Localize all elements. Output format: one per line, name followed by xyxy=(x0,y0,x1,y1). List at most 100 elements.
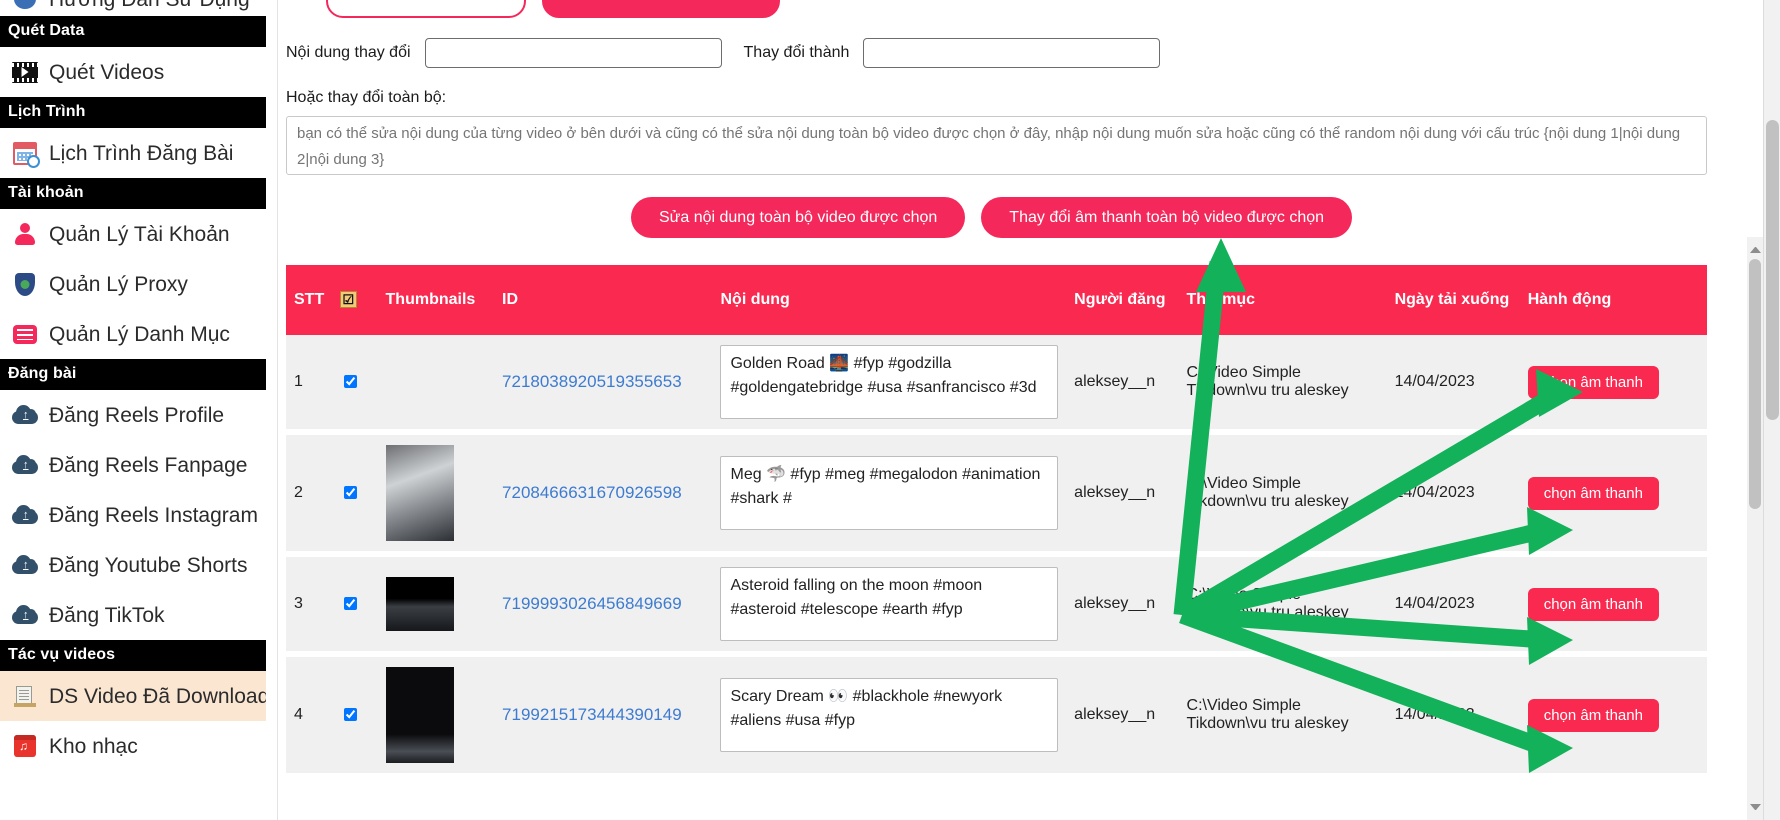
header-content: Nội dung xyxy=(712,265,1067,335)
sidebar-scrollbar[interactable] xyxy=(266,0,277,820)
cell-content[interactable]: Asteroid falling on the moon #moon #aste… xyxy=(712,554,1067,657)
scroll-down-icon[interactable] xyxy=(1750,804,1761,815)
cell-stt: 4 xyxy=(286,654,332,779)
cell-date: 14/04/2023 xyxy=(1386,554,1520,657)
header-date: Ngày tải xuống xyxy=(1386,265,1520,335)
header-select-all[interactable]: ☑ xyxy=(331,265,378,335)
sidebar-item-quan-ly-danh-muc[interactable]: Quản Lý Danh Mục xyxy=(0,309,277,359)
sidebar-item-label: Đăng Reels Instagram xyxy=(49,503,258,527)
cell-id[interactable]: 7199993026456849669 xyxy=(494,554,713,657)
sidebar-item-label: Quản Lý Danh Mục xyxy=(49,322,230,346)
row-checkbox[interactable] xyxy=(343,485,357,499)
row-checkbox[interactable] xyxy=(343,707,357,721)
choose-sound-button[interactable]: chọn âm thanh xyxy=(1527,476,1659,510)
top-solid-button[interactable] xyxy=(542,0,780,18)
choose-sound-button[interactable]: chọn âm thanh xyxy=(1527,698,1659,732)
table-scrollbar[interactable] xyxy=(1747,237,1763,820)
choose-sound-button[interactable]: chọn âm thanh xyxy=(1527,587,1659,621)
edit-all-content-button[interactable]: Sửa nội dung toàn bộ video được chọn xyxy=(630,197,966,238)
cloud-upload-icon: ↑ xyxy=(12,402,38,428)
main-content: Nội dung thay đổi Thay đổi thành Hoặc th… xyxy=(278,0,1780,820)
sidebar-item-label: Đăng Reels Profile xyxy=(49,403,225,427)
video-thumbnail[interactable] xyxy=(385,577,454,631)
sidebar-item-quan-ly-tai-khoan[interactable]: Quản Lý Tài Khoản xyxy=(0,209,277,259)
sidebar-item-label: Đăng TikTok xyxy=(49,603,165,627)
cell-content[interactable]: Scary Dream 👀 #blackhole #newyork #alien… xyxy=(712,654,1067,779)
cell-checkbox[interactable] xyxy=(331,654,378,779)
sidebar-item-label: Quét Videos xyxy=(49,60,165,84)
table-row: 2 7208466631670926598 Meg 🦈 #fyp #meg #m… xyxy=(286,432,1707,557)
row-checkbox[interactable] xyxy=(343,374,357,388)
content-edit-box[interactable]: Asteroid falling on the moon #moon #aste… xyxy=(720,567,1059,641)
content-edit-box[interactable]: Meg 🦈 #fyp #meg #megalodon #animation #s… xyxy=(720,456,1059,530)
change-all-sound-button[interactable]: Thay đổi âm thanh toàn bộ video được chọ… xyxy=(981,197,1353,238)
cell-content[interactable]: Golden Road 🌉 #fyp #godzilla #goldengate… xyxy=(712,335,1067,435)
sidebar-item-quan-ly-proxy[interactable]: Quản Lý Proxy xyxy=(0,259,277,309)
top-outline-button[interactable] xyxy=(326,0,526,18)
sidebar-item-dang-reels-fanpage[interactable]: ↑ Đăng Reels Fanpage xyxy=(0,440,277,490)
content-edit-box[interactable]: Golden Road 🌉 #fyp #godzilla #goldengate… xyxy=(720,345,1059,419)
page-scrollbar[interactable] xyxy=(1763,0,1780,820)
video-id-link[interactable]: 7218038920519355653 xyxy=(502,372,682,391)
sidebar-item-huong-dan-su-dung[interactable]: Hướng Dẫn Sử Dụng xyxy=(0,0,277,16)
cell-action: chọn âm thanh xyxy=(1519,432,1707,557)
sidebar-item-kho-nhac[interactable]: Kho nhạc xyxy=(0,721,277,771)
cell-date: 14/04/2023 xyxy=(1386,432,1520,557)
cell-thumbnail xyxy=(377,335,495,435)
cell-action: chọn âm thanh xyxy=(1519,554,1707,657)
header-folder: Thư mục xyxy=(1178,265,1387,335)
cell-thumbnail[interactable] xyxy=(377,654,495,779)
page-scrollbar-thumb[interactable] xyxy=(1766,120,1779,420)
cell-thumbnail[interactable] xyxy=(377,554,495,657)
table-scrollbar-thumb[interactable] xyxy=(1749,259,1761,509)
cell-checkbox[interactable] xyxy=(331,432,378,557)
cell-content[interactable]: Meg 🦈 #fyp #meg #megalodon #animation #s… xyxy=(712,432,1067,557)
scroll-up-icon[interactable] xyxy=(1750,242,1761,253)
cell-stt: 2 xyxy=(286,432,332,557)
cell-user: aleksey__n xyxy=(1066,335,1179,435)
sidebar-item-dang-reels-instagram[interactable]: ↑ Đăng Reels Instagram xyxy=(0,490,277,540)
sidebar-item-lich-trinh-dang-bai[interactable]: Lịch Trình Đăng Bài xyxy=(0,128,277,178)
sidebar-section-tai-khoan: Tài khoản xyxy=(0,178,277,209)
music-icon xyxy=(12,733,38,759)
videos-table: STT ☑ Thumbnails ID Nội dung Người đăng … xyxy=(286,265,1707,779)
sidebar-item-dang-reels-profile[interactable]: ↑ Đăng Reels Profile xyxy=(0,390,277,440)
video-id-link[interactable]: 7208466631670926598 xyxy=(502,483,682,502)
header-id: ID xyxy=(494,265,713,335)
replace-input[interactable] xyxy=(863,38,1161,68)
cell-thumbnail[interactable] xyxy=(377,432,495,557)
book-icon xyxy=(12,0,38,12)
cell-id[interactable]: 7218038920519355653 xyxy=(494,335,713,435)
cell-user: aleksey__n xyxy=(1066,554,1179,657)
sidebar-item-label: Đăng Reels Fanpage xyxy=(49,453,248,477)
sidebar-item-label: Lịch Trình Đăng Bài xyxy=(49,141,234,165)
sidebar-item-dang-tiktok[interactable]: ↑ Đăng TikTok xyxy=(0,590,277,640)
select-all-checkbox[interactable]: ☑ xyxy=(339,291,357,308)
video-thumbnail[interactable] xyxy=(385,445,454,541)
sidebar-item-label: Quản Lý Proxy xyxy=(49,272,188,296)
sidebar-section-quet-data: Quét Data xyxy=(0,16,277,47)
bulk-action-buttons: Sửa nội dung toàn bộ video được chọn Tha… xyxy=(278,197,1763,238)
cell-id[interactable]: 7208466631670926598 xyxy=(494,432,713,557)
content-edit-box[interactable]: Scary Dream 👀 #blackhole #newyork #alien… xyxy=(720,678,1059,752)
cell-checkbox[interactable] xyxy=(331,335,378,435)
cell-id[interactable]: 7199215173444390149 xyxy=(494,654,713,779)
replace-label: Thay đổi thành xyxy=(743,44,850,61)
row-checkbox[interactable] xyxy=(343,596,357,610)
cell-checkbox[interactable] xyxy=(331,554,378,657)
video-id-link[interactable]: 7199993026456849669 xyxy=(502,594,682,613)
choose-sound-button[interactable]: chọn âm thanh xyxy=(1527,365,1659,399)
cloud-upload-icon: ↑ xyxy=(12,602,38,628)
video-id-link[interactable]: 7199215173444390149 xyxy=(502,705,682,724)
bulk-section-label: Hoặc thay đổi toàn bộ: xyxy=(286,89,447,106)
sidebar-item-ds-video-da-download[interactable]: DS Video Đã Download xyxy=(0,671,277,721)
sidebar-section-dang-bai: Đăng bài xyxy=(0,359,277,390)
document-icon xyxy=(12,683,38,709)
sidebar-item-quet-videos[interactable]: Quét Videos xyxy=(0,47,277,97)
video-thumbnail[interactable] xyxy=(385,667,454,763)
shield-icon xyxy=(12,271,38,297)
cloud-upload-icon: ↑ xyxy=(12,552,38,578)
sidebar-item-dang-youtube-shorts[interactable]: ↑ Đăng Youtube Shorts xyxy=(0,540,277,590)
find-input[interactable] xyxy=(424,38,722,68)
bulk-content-textarea[interactable] xyxy=(286,116,1707,175)
